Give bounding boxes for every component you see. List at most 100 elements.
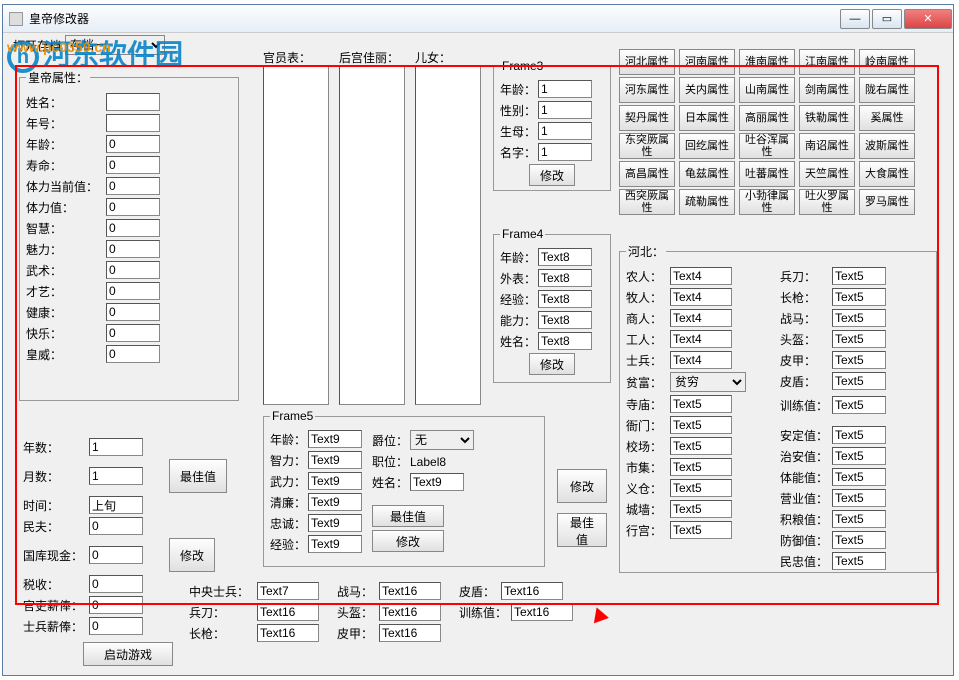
emp-cha-input[interactable] <box>106 240 160 258</box>
hb-def-input[interactable] <box>832 531 886 549</box>
region-button-5[interactable]: 河东属性 <box>619 77 675 103</box>
region-button-24[interactable]: 大食属性 <box>859 161 915 187</box>
f3-sex-input[interactable] <box>538 101 592 119</box>
start-game-button[interactable]: 启动游戏 <box>83 642 173 666</box>
f3-modify-button[interactable]: 修改 <box>529 164 575 186</box>
f5-mar-input[interactable] <box>308 472 362 490</box>
hb-school-input[interactable] <box>670 437 732 455</box>
army-shield-input[interactable] <box>501 582 563 600</box>
region-button-21[interactable]: 龟兹属性 <box>679 161 735 187</box>
region-button-11[interactable]: 日本属性 <box>679 105 735 131</box>
f5-modify-button[interactable]: 修改 <box>372 530 444 552</box>
army-spear-input[interactable] <box>257 624 319 642</box>
region-button-1[interactable]: 河南属性 <box>679 49 735 75</box>
region-button-19[interactable]: 波斯属性 <box>859 133 915 159</box>
hb-merchant-input[interactable] <box>670 309 732 327</box>
region-button-27[interactable]: 小勃律属性 <box>739 189 795 215</box>
f4-name-input[interactable] <box>538 332 592 350</box>
minimize-button[interactable]: — <box>840 9 870 29</box>
region-button-17[interactable]: 吐谷浑属性 <box>739 133 795 159</box>
hb-market-input[interactable] <box>670 458 732 476</box>
hb-stable-input[interactable] <box>832 426 886 444</box>
region-button-15[interactable]: 东突厥属性 <box>619 133 675 159</box>
f3-age-input[interactable] <box>538 80 592 98</box>
army-armor-input[interactable] <box>379 624 441 642</box>
time-modify-button[interactable]: 修改 <box>169 538 215 572</box>
hb-soldier-input[interactable] <box>670 351 732 369</box>
region-button-8[interactable]: 剑南属性 <box>799 77 855 103</box>
tax-input[interactable] <box>89 575 143 593</box>
f5-exp-input[interactable] <box>308 535 362 553</box>
region-button-3[interactable]: 江南属性 <box>799 49 855 75</box>
region-button-14[interactable]: 奚属性 <box>859 105 915 131</box>
emp-joy-input[interactable] <box>106 324 160 342</box>
hb-granary-input[interactable] <box>670 479 732 497</box>
army-sword-input[interactable] <box>257 603 319 621</box>
maximize-button[interactable]: ▭ <box>872 9 902 29</box>
f5-best-button[interactable]: 最佳值 <box>372 505 444 527</box>
region-button-25[interactable]: 西突厥属性 <box>619 189 675 215</box>
region-button-29[interactable]: 罗马属性 <box>859 189 915 215</box>
close-button[interactable]: ✕ <box>904 9 952 29</box>
hb-farmer-input[interactable] <box>670 267 732 285</box>
hb-temple-input[interactable] <box>670 395 732 413</box>
hb-camp-input[interactable] <box>832 489 886 507</box>
region-button-22[interactable]: 吐蕃属性 <box>739 161 795 187</box>
emp-name-input[interactable] <box>106 93 160 111</box>
f5-int-input[interactable] <box>308 451 362 469</box>
army-helmet-input[interactable] <box>379 603 441 621</box>
army-train-input[interactable] <box>511 603 573 621</box>
army-horse-input[interactable] <box>379 582 441 600</box>
hb-herder-input[interactable] <box>670 288 732 306</box>
years-input[interactable] <box>89 438 143 456</box>
f3-name-input[interactable] <box>538 143 592 161</box>
hb-train-input[interactable] <box>832 396 886 414</box>
children-list[interactable] <box>415 65 481 405</box>
emp-age-input[interactable] <box>106 135 160 153</box>
hb-loyal-input[interactable] <box>832 552 886 570</box>
f5-name-input[interactable] <box>410 473 464 491</box>
region-button-18[interactable]: 南诏属性 <box>799 133 855 159</box>
region-button-10[interactable]: 契丹属性 <box>619 105 675 131</box>
time-best-button[interactable]: 最佳值 <box>169 459 227 493</box>
emp-maj-input[interactable] <box>106 345 160 363</box>
emp-hpcur-input[interactable] <box>106 177 160 195</box>
months-input[interactable] <box>89 467 143 485</box>
solsal-input[interactable] <box>89 617 143 635</box>
treasury-input[interactable] <box>89 546 143 564</box>
f5-loy-input[interactable] <box>308 514 362 532</box>
army-central-input[interactable] <box>257 582 319 600</box>
emp-life-input[interactable] <box>106 156 160 174</box>
emp-mar-input[interactable] <box>106 261 160 279</box>
hb-palace-input[interactable] <box>670 521 732 539</box>
f3-mother-input[interactable] <box>538 122 592 140</box>
harem-list[interactable] <box>339 65 405 405</box>
side-best-button[interactable]: 最佳值 <box>557 513 607 547</box>
region-button-0[interactable]: 河北属性 <box>619 49 675 75</box>
hb-armor-input[interactable] <box>832 351 886 369</box>
hb-shield-input[interactable] <box>832 372 886 390</box>
hb-yamen-input[interactable] <box>670 416 732 434</box>
labor-input[interactable] <box>89 517 143 535</box>
emp-hea-input[interactable] <box>106 303 160 321</box>
hb-wall-input[interactable] <box>670 500 732 518</box>
region-button-7[interactable]: 山南属性 <box>739 77 795 103</box>
side-modify-button[interactable]: 修改 <box>557 469 607 503</box>
f4-exp-input[interactable] <box>538 290 592 308</box>
hb-phys-input[interactable] <box>832 468 886 486</box>
hb-helmet-input[interactable] <box>832 330 886 348</box>
hb-horse-input[interactable] <box>832 309 886 327</box>
hb-grain-input[interactable] <box>832 510 886 528</box>
region-button-28[interactable]: 吐火罗属性 <box>799 189 855 215</box>
region-button-9[interactable]: 陇右属性 <box>859 77 915 103</box>
region-button-23[interactable]: 天竺属性 <box>799 161 855 187</box>
emp-hp-input[interactable] <box>106 198 160 216</box>
emp-art-input[interactable] <box>106 282 160 300</box>
f5-rank-select[interactable]: 无 <box>410 430 474 450</box>
officials-list[interactable] <box>263 65 329 405</box>
hb-sword-input[interactable] <box>832 267 886 285</box>
region-button-20[interactable]: 高昌属性 <box>619 161 675 187</box>
hb-wealth-select[interactable]: 贫穷 <box>670 372 746 392</box>
emp-wis-input[interactable] <box>106 219 160 237</box>
hb-worker-input[interactable] <box>670 330 732 348</box>
